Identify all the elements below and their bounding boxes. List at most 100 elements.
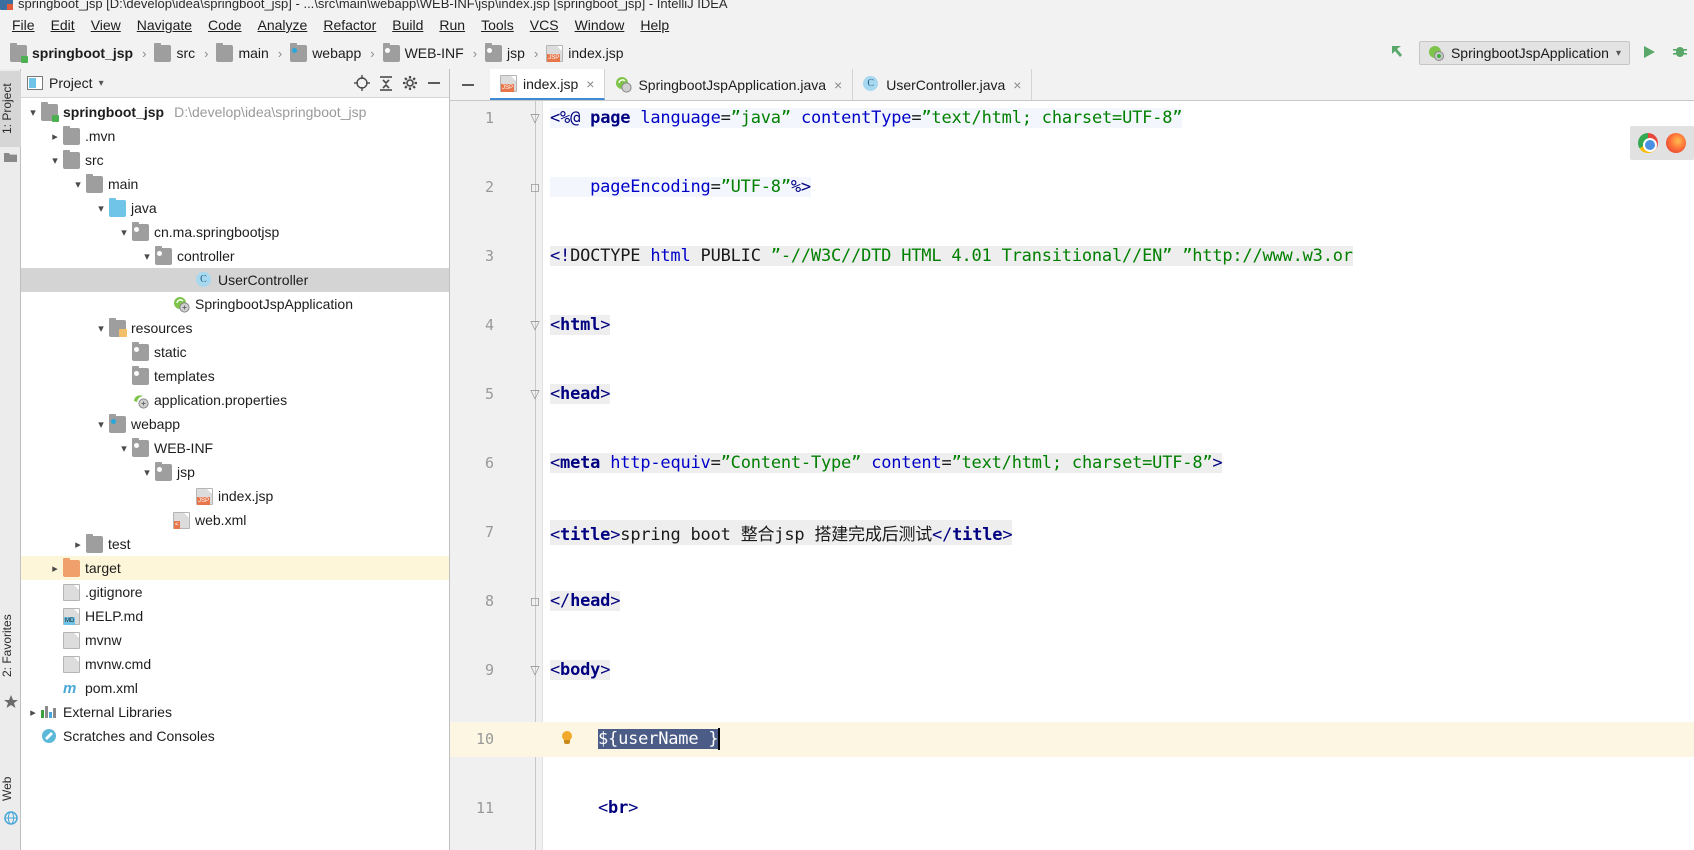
tree-row-main[interactable]: ▾ main [21,172,449,196]
chevron-down-icon[interactable]: ▾ [139,464,155,480]
tree-row-static[interactable]: ▾ static [21,340,449,364]
menu-run[interactable]: Run [431,14,473,36]
run-configuration-selector[interactable]: SpringbootJspApplication ▾ [1418,41,1630,65]
chevron-right-icon[interactable]: ▸ [70,536,86,552]
editor-line-10[interactable]: 10 ${userName } [450,722,1694,757]
tree-row-target[interactable]: ▸ target [21,556,449,580]
run-button[interactable] [1640,43,1662,64]
locate-target-icon[interactable] [353,74,371,92]
tree-row-webapp[interactable]: ▾ webapp [21,412,449,436]
fold-marker-icon[interactable]: ▽ [528,318,542,332]
fold-marker-icon[interactable]: ▽ [528,663,542,677]
tree-row-web-inf[interactable]: ▾ WEB-INF [21,436,449,460]
tab-index-jsp[interactable]: JSP index.jsp × [490,69,606,100]
tree-row-springbootjspapplication[interactable]: ▾ SpringbootJspApplication [21,292,449,316]
menu-file[interactable]: File [4,14,43,36]
menu-help[interactable]: Help [632,14,677,36]
tab-usercontroller-java[interactable]: C UserController.java × [853,69,1033,100]
tree-row-gitignore[interactable]: ▸ .gitignore [21,580,449,604]
chevron-down-icon[interactable]: ▾ [25,104,41,120]
tree-row-mvnw-cmd[interactable]: ▸ mvnw.cmd [21,652,449,676]
chevron-down-icon[interactable]: ▾ [47,152,63,168]
tree-row-scratches-and-consoles[interactable]: ▸ Scratches and Consoles [21,724,449,748]
breadcrumb-item-springboot-jsp[interactable]: springboot_jsp › [8,42,152,63]
chevron-down-icon[interactable]: ▾ [70,176,86,192]
tree-row-templates[interactable]: ▾ templates [21,364,449,388]
editor-line-9[interactable]: 9 ▽ <body> [450,653,1694,688]
menu-window[interactable]: Window [567,14,633,36]
debug-button[interactable] [1672,43,1690,64]
editor-line-11[interactable]: 11 <br> [450,791,1694,826]
tree-row-mvn[interactable]: ▸ .mvn [21,124,449,148]
sidebar-item-project[interactable]: 1: Project [0,71,21,147]
sidebar-item-web[interactable]: Web [0,769,21,809]
tree-row-controller[interactable]: ▾ controller [21,244,449,268]
collapse-all-icon[interactable] [377,74,395,92]
menu-navigate[interactable]: Navigate [129,14,200,36]
tree-row-springboot-jsp[interactable]: ▾ springboot_jsp D:\develop\idea\springb… [21,100,449,124]
project-tree[interactable]: ▾ springboot_jsp D:\develop\idea\springb… [21,98,449,850]
menu-edit[interactable]: Edit [43,14,83,36]
firefox-icon[interactable] [1666,133,1686,153]
chevron-down-icon[interactable]: ▾ [1616,48,1621,59]
tree-row-cn-ma-springbootjsp[interactable]: ▾ cn.ma.springbootjsp [21,220,449,244]
editor-line-6[interactable]: 6 <meta http-equiv=”Content-Type” conten… [450,446,1694,481]
chevron-down-icon[interactable]: ▾ [93,200,109,216]
chevron-right-icon[interactable]: ▸ [47,560,63,576]
tree-row-index-jsp[interactable]: ▾ JSP index.jsp [21,484,449,508]
menu-view[interactable]: View [83,14,129,36]
breadcrumb-item-index-jsp[interactable]: JSP index.jsp [544,44,625,62]
hide-editor-tabs-icon[interactable] [450,69,490,100]
back-arrow-icon[interactable] [1387,42,1409,65]
breadcrumb-item-src[interactable]: src › [152,42,214,62]
breadcrumb-item-webapp[interactable]: webapp › [288,42,380,62]
tree-row-pom-xml[interactable]: ▸ m pom.xml [21,676,449,700]
breadcrumb-item-web-inf[interactable]: WEB-INF › [381,42,483,62]
tree-row-web-xml[interactable]: ▾ < web.xml [21,508,449,532]
code-editor[interactable]: 1 ▽ <%@ page language=”java” contentType… [450,101,1694,850]
menu-tools[interactable]: Tools [473,14,522,36]
tree-row-src[interactable]: ▾ src [21,148,449,172]
chevron-down-icon[interactable]: ▾ [116,224,132,240]
menu-code[interactable]: Code [200,14,249,36]
tree-row-application-properties[interactable]: ▾ application.properties [21,388,449,412]
close-icon[interactable]: × [1013,77,1021,93]
chevron-down-icon[interactable]: ▾ [93,416,109,432]
sidebar-item-favorites[interactable]: 2: Favorites [0,600,21,692]
chevron-down-icon[interactable]: ▾ [139,248,155,264]
tree-row-usercontroller[interactable]: ▾ C UserController [21,268,449,292]
chevron-right-icon[interactable]: ▸ [47,128,63,144]
chevron-right-icon[interactable]: ▸ [25,704,41,720]
menu-analyze[interactable]: Analyze [250,14,316,36]
gear-icon[interactable] [401,74,419,92]
menu-refactor[interactable]: Refactor [315,14,384,36]
editor-line-3[interactable]: 3 <!DOCTYPE html PUBLIC ”-//W3C//DTD HTM… [450,239,1694,274]
tree-row-mvnw[interactable]: ▸ mvnw [21,628,449,652]
editor-line-5[interactable]: 5 ▽ <head> [450,377,1694,412]
fold-marker-icon[interactable]: ◻ [528,180,542,194]
tree-row-help-md[interactable]: ▸ MD HELP.md [21,604,449,628]
chevron-down-icon[interactable]: ▾ [116,440,132,456]
menu-build[interactable]: Build [384,14,431,36]
chrome-icon[interactable] [1638,133,1658,153]
editor-line-7[interactable]: 7 <title>spring boot 整合jsp 搭建完成后测试</titl… [450,515,1694,550]
editor-line-2[interactable]: 2 ◻ pageEncoding=”UTF-8”%> [450,170,1694,205]
tree-row-resources[interactable]: ▾ resources [21,316,449,340]
fold-marker-icon[interactable]: ▽ [528,111,542,125]
chevron-down-icon[interactable]: ▾ [93,320,109,336]
intention-bulb-icon[interactable] [558,730,576,748]
editor-line-8[interactable]: 8 ◻ </head> [450,584,1694,619]
fold-marker-icon[interactable]: ▽ [528,387,542,401]
hide-panel-icon[interactable] [425,74,443,92]
breadcrumb-item-jsp[interactable]: jsp › [483,42,544,62]
tree-row-external-libraries[interactable]: ▸ External Libraries [21,700,449,724]
menu-vcs[interactable]: VCS [522,14,567,36]
tree-row-jsp[interactable]: ▾ jsp [21,460,449,484]
close-icon[interactable]: × [586,76,594,92]
tree-row-java[interactable]: ▾ java [21,196,449,220]
close-icon[interactable]: × [834,77,842,93]
editor-line-4[interactable]: 4 ▽ <html> [450,308,1694,343]
fold-marker-icon[interactable]: ◻ [528,594,542,608]
tab-springbootjspapplication-java[interactable]: SpringbootJspApplication.java × [605,69,854,100]
editor-line-1[interactable]: 1 ▽ <%@ page language=”java” contentType… [450,101,1694,136]
